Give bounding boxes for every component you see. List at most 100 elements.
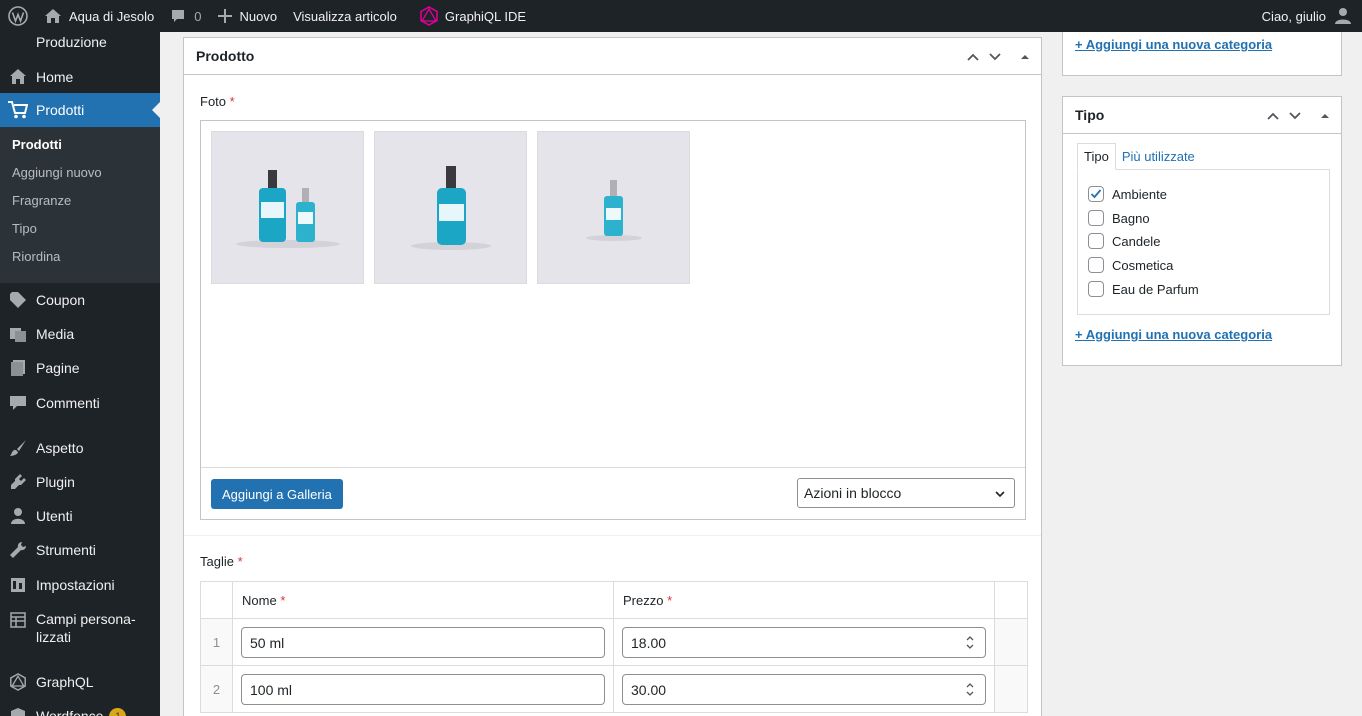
sidebar-item-label: Utenti xyxy=(36,508,73,524)
sidebar-item-produzione[interactable]: Produzione xyxy=(0,32,160,52)
sidebar-item-plugin[interactable]: Plugin xyxy=(0,465,160,499)
sidebar-item-wordfence[interactable]: Wordfence 1 xyxy=(0,699,160,716)
comments-link[interactable]: 0 xyxy=(162,0,209,32)
required-mark: * xyxy=(280,592,286,608)
graphiql-link[interactable]: GraphiQL IDE xyxy=(411,0,534,32)
number-spinner-icon[interactable] xyxy=(965,681,975,698)
home-icon xyxy=(10,69,26,84)
name-input[interactable]: 100 ml xyxy=(241,674,605,705)
sidebar-item-label: Plugin xyxy=(36,474,75,490)
comment-icon xyxy=(172,10,185,22)
product-metabox-title: Prodotto xyxy=(196,48,255,64)
gallery-image-2[interactable] xyxy=(374,131,527,284)
tipo-checklist: Ambiente Bagno Candele Cosmetica Eau de … xyxy=(1077,169,1330,315)
account-menu[interactable]: Ciao, giulio xyxy=(1254,0,1362,32)
products-submenu: Prodotti Aggiungi nuovo Fragranze Tipo R… xyxy=(0,127,160,283)
sidebar-item-label: Coupon xyxy=(36,292,86,308)
sidebar-item-campi-personalizzati[interactable]: Campi persona- lizzati xyxy=(0,610,160,650)
comments-count: 0 xyxy=(194,8,202,24)
actions-column-header xyxy=(994,581,1028,619)
sidebar-item-impostazioni[interactable]: Impostazioni xyxy=(0,568,160,602)
column-header-label: Prezzo xyxy=(623,592,664,608)
view-post-label: Visualizza articolo xyxy=(293,8,397,24)
submenu-prodotti[interactable]: Prodotti xyxy=(12,137,62,152)
tipo-metabox-title: Tipo xyxy=(1075,107,1105,123)
perfume-image xyxy=(538,132,689,283)
photo-label-text: Foto xyxy=(200,94,227,109)
new-label: Nuovo xyxy=(239,8,278,24)
plugin-icon xyxy=(11,474,26,489)
checkbox-bagno[interactable]: Bagno xyxy=(1088,210,1150,226)
submenu-tipo[interactable]: Tipo xyxy=(12,221,37,236)
add-to-gallery-button[interactable]: Aggiungi a Galleria xyxy=(211,479,343,509)
greeting: Ciao, giulio xyxy=(1261,8,1326,24)
checkbox-candele[interactable]: Candele xyxy=(1088,233,1160,249)
sidebar-item-aspetto[interactable]: Aspetto xyxy=(0,431,160,465)
move-up-icon[interactable] xyxy=(965,49,981,65)
settings-icon xyxy=(11,578,25,592)
sidebar-item-pagine[interactable]: Pagine xyxy=(0,351,160,385)
row-actions[interactable] xyxy=(994,618,1028,666)
cart-icon xyxy=(8,101,28,119)
submenu-fragranze[interactable]: Fragranze xyxy=(12,193,71,208)
view-post-link[interactable]: Visualizza articolo xyxy=(285,0,405,32)
shield-icon xyxy=(11,708,25,716)
name-input[interactable]: 50 ml xyxy=(241,627,605,658)
column-header-nome: Nome * xyxy=(232,581,614,619)
move-down-icon[interactable] xyxy=(987,49,1003,65)
tab-tipo[interactable]: Tipo xyxy=(1077,143,1116,170)
sidebar-item-media[interactable]: Media xyxy=(0,317,160,351)
checkbox[interactable] xyxy=(1088,233,1104,249)
site-name-link[interactable]: Aqua di Jesolo xyxy=(36,0,162,32)
checkbox-eau-de-parfum[interactable]: Eau de Parfum xyxy=(1088,281,1199,297)
sidebar-item-prodotti[interactable]: Prodotti xyxy=(0,93,160,127)
sidebar-item-graphql[interactable]: GraphQL xyxy=(0,665,160,699)
wordpress-logo-icon[interactable] xyxy=(0,0,36,32)
submenu-riordina[interactable]: Riordina xyxy=(12,249,60,264)
checkbox[interactable] xyxy=(1088,257,1104,273)
wordfence-badge: 1 xyxy=(109,707,127,716)
sidebar-item-utenti[interactable]: Utenti xyxy=(0,499,160,533)
sidebar-item-label-wrap: Campi persona- lizzati xyxy=(36,610,136,646)
collapse-toggle-icon[interactable] xyxy=(1017,49,1033,65)
row-actions[interactable] xyxy=(994,665,1028,713)
collapse-toggle-icon[interactable] xyxy=(1317,108,1333,124)
chevron-down-icon xyxy=(995,491,1005,498)
sidebar-item-strumenti[interactable]: Strumenti xyxy=(0,533,160,567)
checkbox-ambiente[interactable]: Ambiente xyxy=(1088,186,1167,202)
bulk-actions-select[interactable]: Azioni in blocco xyxy=(797,478,1015,508)
sidebar-item-commenti[interactable]: Commenti xyxy=(0,386,160,420)
price-input[interactable]: 30.00 xyxy=(622,674,986,705)
photo-label: Foto * xyxy=(200,94,235,109)
page-icon xyxy=(11,360,25,376)
checkbox[interactable] xyxy=(1088,186,1104,202)
checkbox-label: Eau de Parfum xyxy=(1112,281,1199,297)
number-spinner-icon[interactable] xyxy=(965,634,975,651)
sidebar-item-label: Media xyxy=(36,326,75,342)
name-cell: 100 ml xyxy=(232,665,614,713)
move-down-icon[interactable] xyxy=(1287,108,1303,124)
sidebar-item-coupon[interactable]: Coupon xyxy=(0,283,160,317)
gallery-image-3[interactable] xyxy=(537,131,690,284)
add-category-link[interactable]: + Aggiungi una nuova categoria xyxy=(1075,37,1272,52)
new-content-link[interactable]: Nuovo xyxy=(210,0,286,32)
row-handle[interactable]: 2 xyxy=(200,665,233,713)
tab-piu-utilizzate[interactable]: Più utilizzate xyxy=(1116,143,1201,170)
move-up-icon[interactable] xyxy=(1265,108,1281,124)
sidebar-item-label: GraphQL xyxy=(36,674,94,690)
sidebar-item-label: Wordfence xyxy=(36,708,104,716)
wrench-icon xyxy=(10,541,27,558)
checkbox-cosmetica[interactable]: Cosmetica xyxy=(1088,257,1173,273)
price-input[interactable]: 18.00 xyxy=(622,627,986,658)
row-handle[interactable]: 1 xyxy=(200,618,233,666)
add-category-link[interactable]: + Aggiungi una nuova categoria xyxy=(1075,327,1272,342)
sidebar-item-home[interactable]: Home xyxy=(0,60,160,94)
tipo-metabox: Tipo Tipo Più utilizzate Ambiente Bagno … xyxy=(1062,96,1342,366)
sidebar-item-label: Campi persona- xyxy=(36,611,136,627)
checkbox[interactable] xyxy=(1088,281,1104,297)
gallery-image-1[interactable] xyxy=(211,131,364,284)
checkbox[interactable] xyxy=(1088,210,1104,226)
sidebar-item-label: Commenti xyxy=(36,395,100,411)
submenu-aggiungi-nuovo[interactable]: Aggiungi nuovo xyxy=(12,165,102,180)
sidebar-item-label: Pagine xyxy=(36,360,80,376)
